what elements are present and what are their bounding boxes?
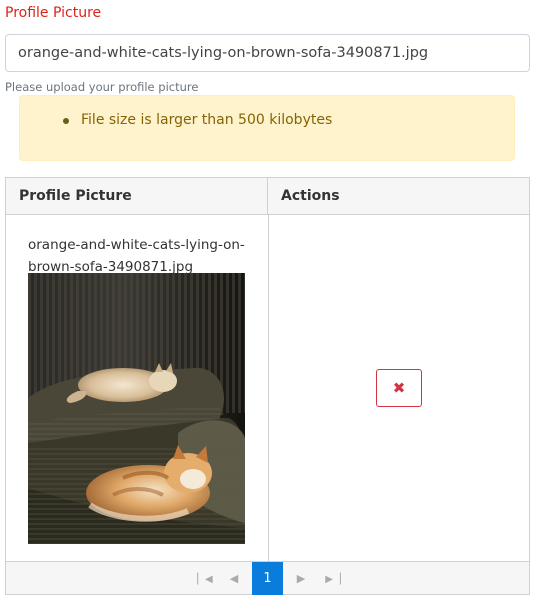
column-divider	[268, 215, 269, 561]
column-header-actions[interactable]: Actions	[268, 178, 529, 214]
grid-header: Profile Picture Actions	[6, 178, 529, 215]
upload-hint: Please upload your profile picture	[5, 80, 199, 94]
page-next-icon[interactable]: ▶	[286, 562, 316, 595]
page-prev-icon[interactable]: ◀	[219, 562, 249, 595]
alert-list: File size is larger than 500 kilobytes	[63, 112, 332, 128]
page-last-icon[interactable]: ▶▕	[318, 562, 348, 595]
page-first-icon[interactable]: ▏◀	[190, 562, 220, 595]
page-number-current[interactable]: 1	[252, 562, 283, 595]
file-input[interactable]: orange-and-white-cats-lying-on-brown-sof…	[5, 34, 530, 72]
profile-picture-thumbnail	[28, 273, 245, 544]
delete-button[interactable]: ✖	[376, 369, 422, 407]
close-icon: ✖	[392, 379, 406, 397]
alert-message: File size is larger than 500 kilobytes	[81, 112, 333, 128]
cats-on-sofa-image	[28, 273, 245, 544]
pager: ▏◀ ◀ 1 ▶ ▶▕	[6, 561, 529, 595]
bullet-icon	[63, 118, 69, 124]
profile-picture-label: Profile Picture	[5, 5, 102, 21]
file-name-line: orange-and-white-cats-lying-on-	[28, 237, 245, 253]
profile-picture-grid: Profile Picture Actions orange-and-white…	[5, 177, 530, 595]
validation-alert: File size is larger than 500 kilobytes	[19, 95, 515, 161]
column-header-profile-picture[interactable]: Profile Picture	[6, 178, 268, 214]
file-name: orange-and-white-cats-lying-on- brown-so…	[28, 234, 248, 278]
alert-item: File size is larger than 500 kilobytes	[63, 112, 332, 128]
